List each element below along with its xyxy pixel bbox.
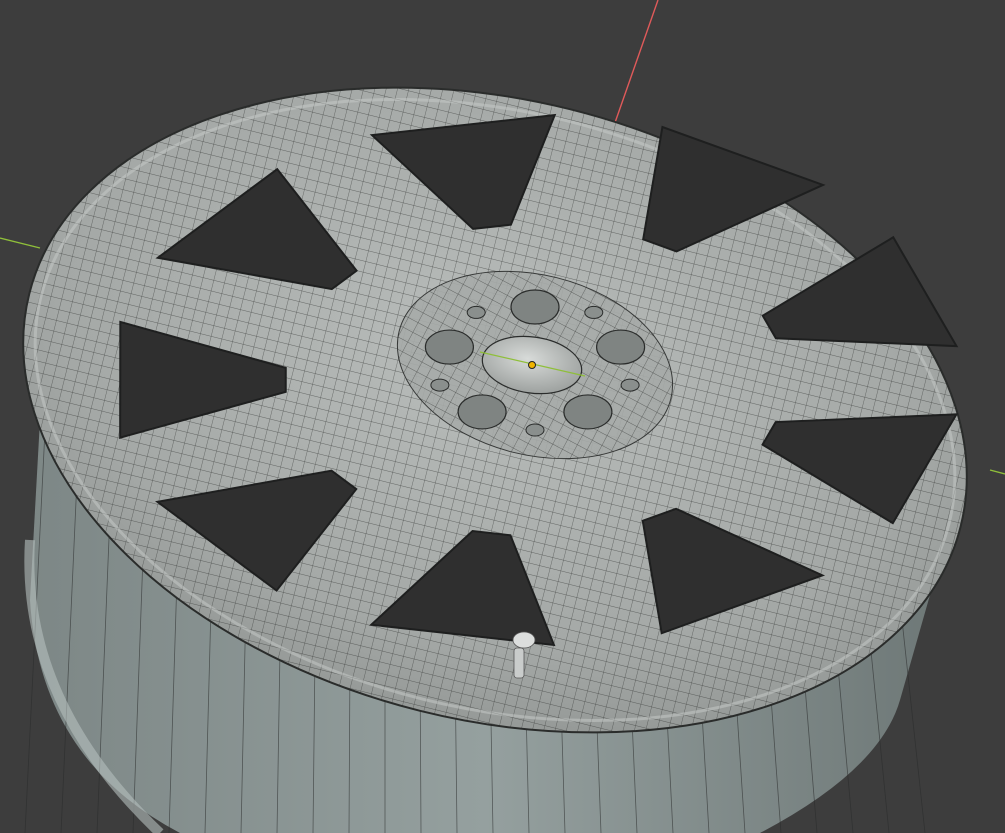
lug-hole xyxy=(595,329,646,365)
small-hole xyxy=(620,378,640,392)
small-hole xyxy=(466,305,486,319)
small-hole xyxy=(430,378,450,392)
small-hole xyxy=(584,305,604,319)
object-origin[interactable] xyxy=(528,361,536,369)
small-hole xyxy=(525,423,545,437)
lug-hole xyxy=(563,394,613,430)
lug-hole xyxy=(457,394,507,430)
viewport-canvas[interactable] xyxy=(0,0,1005,833)
y-axis-line-right xyxy=(989,469,1005,475)
y-axis-line-left xyxy=(0,237,41,249)
lug-hole xyxy=(424,329,475,365)
3d-viewport[interactable] xyxy=(0,0,1005,833)
lug-hole xyxy=(510,289,560,325)
